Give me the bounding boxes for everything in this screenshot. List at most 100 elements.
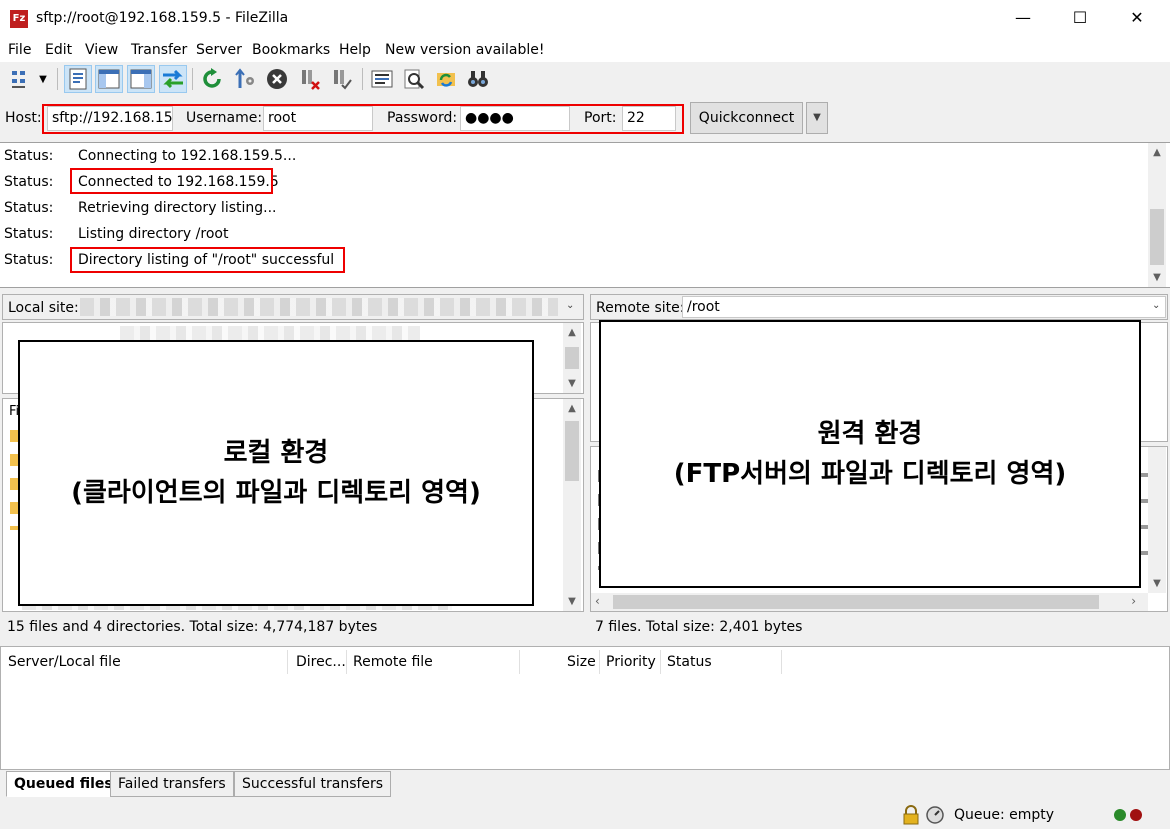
- chevron-left-icon[interactable]: ‹: [595, 594, 600, 608]
- close-button[interactable]: ✕: [1112, 0, 1162, 38]
- queue-column-direction[interactable]: Direc...: [296, 654, 346, 670]
- refresh-button[interactable]: [198, 65, 226, 93]
- column-separator[interactable]: [346, 650, 347, 674]
- column-separator[interactable]: [519, 650, 520, 674]
- column-separator[interactable]: [781, 650, 782, 674]
- chevron-up-icon[interactable]: ▲: [563, 403, 581, 414]
- chevron-up-icon[interactable]: ▲: [563, 327, 581, 338]
- menu-edit[interactable]: Edit: [45, 42, 72, 58]
- filter-list-icon: [371, 70, 393, 88]
- disconnect-icon: [302, 70, 320, 90]
- chevron-down-icon[interactable]: ▼: [1148, 272, 1166, 283]
- scrollbar-thumb[interactable]: [565, 421, 579, 481]
- chevron-down-icon[interactable]: ▼: [1148, 578, 1166, 589]
- process-queue-button[interactable]: [231, 65, 259, 93]
- log-entry-value: Retrieving directory listing...: [78, 200, 277, 216]
- cancel-operation-button[interactable]: [263, 65, 291, 93]
- binoculars-icon: [468, 71, 488, 87]
- maximize-button[interactable]: ☐: [1055, 0, 1105, 38]
- chevron-down-icon[interactable]: ⌄: [566, 300, 574, 311]
- cancel-icon: [267, 69, 287, 89]
- quickconnect-button[interactable]: Quickconnect: [690, 102, 803, 134]
- process-queue-icon: [235, 68, 254, 88]
- scrollbar-thumb[interactable]: [565, 347, 579, 369]
- search-remote-files-button[interactable]: [464, 65, 492, 93]
- transfer-arrows-icon: [163, 69, 183, 89]
- queue-status: Queue: empty: [954, 807, 1055, 823]
- chevron-down-icon[interactable]: ▼: [563, 596, 581, 607]
- chevron-up-icon[interactable]: ▲: [1148, 147, 1166, 158]
- scrollbar-thumb[interactable]: [613, 595, 1099, 609]
- local-tree-scrollbar[interactable]: ▲ ▼: [563, 323, 581, 393]
- toggle-transfer-queue-button[interactable]: [159, 65, 187, 93]
- tab-failed-transfers[interactable]: Failed transfers: [110, 771, 234, 797]
- remote-status: 7 files. Total size: 2,401 bytes: [590, 614, 1168, 640]
- filezilla-logo-icon: Fz: [10, 10, 28, 28]
- chevron-right-icon[interactable]: ›: [1131, 594, 1136, 608]
- chevron-down-icon[interactable]: ▼: [39, 74, 47, 85]
- local-site-path-blurred[interactable]: [80, 298, 558, 316]
- log-entry-key: Status:: [4, 252, 54, 268]
- menu-help[interactable]: Help: [339, 42, 371, 58]
- column-separator[interactable]: [599, 650, 600, 674]
- log-entry-key: Status:: [4, 226, 54, 242]
- queue-column-priority[interactable]: Priority: [606, 654, 656, 670]
- refresh-icon: [203, 68, 221, 88]
- minimize-button[interactable]: —: [998, 0, 1048, 38]
- log-entry-value: Connecting to 192.168.159.5...: [78, 148, 297, 164]
- toggle-local-tree-button[interactable]: [95, 65, 123, 93]
- log-entry-key: Status:: [4, 174, 54, 190]
- queue-column-remote-file[interactable]: Remote file: [353, 654, 433, 670]
- local-site-label: Local site:: [8, 300, 79, 316]
- local-tree-icon: [98, 69, 120, 89]
- log-scrollbar[interactable]: ▲ ▼: [1148, 143, 1166, 287]
- directory-filter-button[interactable]: [368, 65, 396, 93]
- log-entry-value: Listing directory /root: [78, 226, 229, 242]
- menu-bookmarks[interactable]: Bookmarks: [252, 42, 330, 58]
- chevron-down-icon[interactable]: ▼: [563, 378, 581, 389]
- reconnect-button[interactable]: [328, 65, 356, 93]
- toggle-remote-tree-button[interactable]: [127, 65, 155, 93]
- scrollbar-thumb[interactable]: [1150, 209, 1164, 265]
- chevron-down-icon: ▼: [813, 112, 821, 123]
- quickconnect-dropdown-button[interactable]: ▼: [806, 102, 828, 134]
- menu-transfer[interactable]: Transfer: [131, 42, 187, 58]
- toolbar-separator: [192, 68, 193, 90]
- highlight-box-connected: [70, 168, 273, 194]
- highlight-box-quickconnect: [42, 104, 684, 134]
- compare-directories-button[interactable]: [432, 65, 460, 93]
- site-manager-button[interactable]: ▼: [6, 65, 52, 93]
- remote-file-scrollbar[interactable]: ▼: [1148, 447, 1166, 593]
- queue-column-server-local-file[interactable]: Server/Local file: [8, 654, 121, 670]
- queue-column-status[interactable]: Status: [667, 654, 712, 670]
- chevron-down-icon[interactable]: ⌄: [1152, 300, 1160, 311]
- annotation-title: 원격 환경: [817, 419, 923, 449]
- speed-limit-icon[interactable]: [926, 806, 944, 828]
- reconnect-icon: [334, 70, 352, 90]
- toolbar-separator: [362, 68, 363, 90]
- menu-new-version[interactable]: New version available!: [385, 42, 545, 58]
- window-title: sftp://root@192.168.159.5 - FileZilla: [36, 10, 289, 26]
- remote-tree-icon: [130, 69, 152, 89]
- disconnect-button[interactable]: [296, 65, 324, 93]
- tab-queued-files[interactable]: Queued files: [6, 771, 121, 797]
- remote-site-path-input[interactable]: /root: [682, 296, 1166, 318]
- annotation-subtitle: (클라이언트의 파일과 디렉토리 영역): [71, 478, 481, 508]
- lock-icon[interactable]: [902, 805, 920, 829]
- menu-file[interactable]: File: [8, 42, 31, 58]
- menu-server[interactable]: Server: [196, 42, 242, 58]
- tab-successful-transfers[interactable]: Successful transfers: [234, 771, 392, 797]
- site-manager-icon: [12, 71, 26, 88]
- remote-horizontal-scrollbar[interactable]: ‹ ›: [591, 593, 1148, 611]
- sync-folders-icon: [437, 73, 455, 87]
- queue-column-size[interactable]: Size: [567, 654, 596, 670]
- toggle-sync-browsing-button[interactable]: [400, 65, 428, 93]
- annotation-subtitle: (FTP서버의 파일과 디렉토리 영역): [673, 459, 1067, 489]
- local-environment-annotation: 로컬 환경 (클라이언트의 파일과 디렉토리 영역): [18, 340, 534, 606]
- local-file-scrollbar[interactable]: ▲ ▼: [563, 399, 581, 611]
- annotation-title: 로컬 환경: [223, 438, 329, 468]
- column-separator[interactable]: [287, 650, 288, 674]
- menu-view[interactable]: View: [85, 42, 118, 58]
- toggle-message-log-button[interactable]: [64, 65, 92, 93]
- column-separator[interactable]: [660, 650, 661, 674]
